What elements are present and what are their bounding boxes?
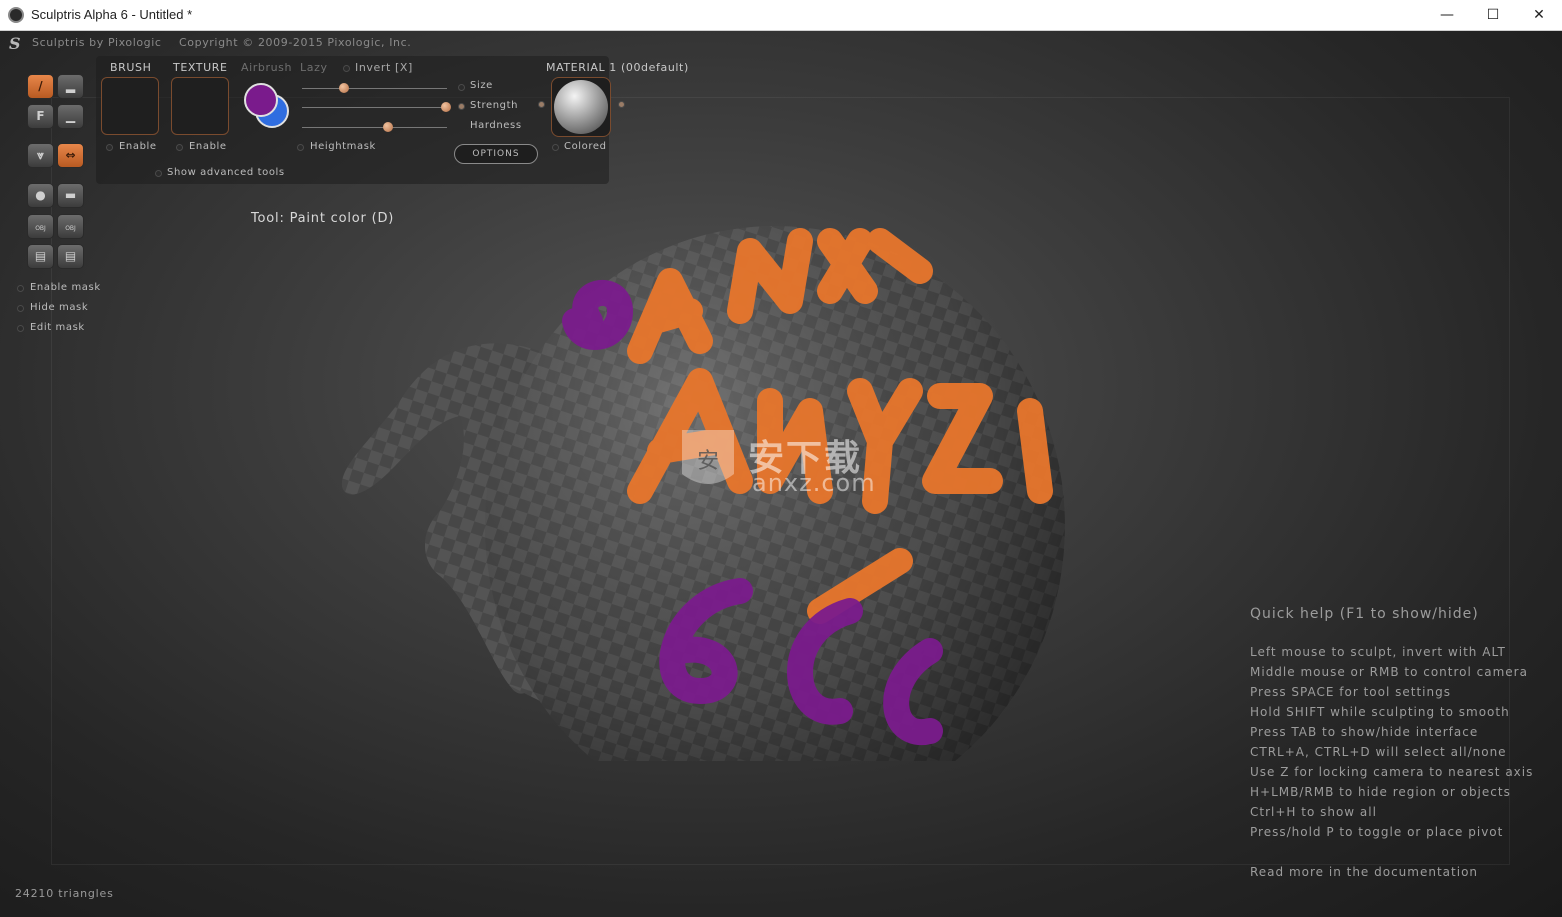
brush-enable-label[interactable]: Enable	[119, 141, 157, 152]
advanced-tools-toggle[interactable]	[155, 170, 162, 177]
smooth-tool-button[interactable]: ▁	[57, 104, 84, 129]
hardness-label: Hardness	[470, 120, 522, 131]
enable-mask-toggle[interactable]	[17, 285, 24, 292]
strength-slider-knob[interactable]	[441, 102, 451, 112]
maximize-button[interactable]: ☐	[1470, 0, 1516, 31]
shield-icon: 安	[682, 430, 734, 484]
help-line: Press SPACE for tool settings	[1250, 685, 1451, 699]
airbrush-toggle[interactable]: Airbrush	[241, 61, 292, 74]
brush-enable-toggle[interactable]	[106, 144, 113, 151]
watermark-en: anxz.com	[752, 469, 876, 497]
sculpt-viewport[interactable]: S Sculptris by Pixologic Copyright © 200…	[0, 31, 1562, 917]
enable-mask-label[interactable]: Enable mask	[30, 282, 101, 293]
texture-slot[interactable]	[171, 77, 229, 135]
close-button[interactable]: ✕	[1516, 0, 1562, 31]
sphere-tool-button[interactable]: ●	[27, 183, 54, 208]
primary-color-swatch	[244, 83, 278, 117]
show-advanced-label[interactable]: Show advanced tools	[167, 167, 285, 178]
save-as-icon[interactable]: ▤	[57, 244, 84, 269]
bump-tool-button[interactable]: ▂	[57, 74, 84, 99]
brush-alpha-slot[interactable]	[101, 77, 159, 135]
heightmask-label[interactable]: Heightmask	[310, 141, 376, 152]
hardness-slider-knob[interactable]	[383, 122, 393, 132]
flatten-tool-button[interactable]: F	[27, 104, 54, 129]
size-slider-knob[interactable]	[339, 83, 349, 93]
header-strip: S Sculptris by Pixologic Copyright © 200…	[0, 31, 1562, 55]
edit-mask-label[interactable]: Edit mask	[30, 322, 85, 333]
app-name: Sculptris by Pixologic	[32, 36, 162, 49]
plane-tool-button[interactable]: ▬	[57, 183, 84, 208]
size-label: Size	[470, 80, 493, 91]
help-line: Hold SHIFT while sculpting to smooth	[1250, 705, 1510, 719]
hide-mask-label[interactable]: Hide mask	[30, 302, 88, 313]
edit-mask-toggle[interactable]	[17, 325, 24, 332]
help-line: H+LMB/RMB to hide region or objects	[1250, 785, 1511, 799]
texture-enable-label[interactable]: Enable	[189, 141, 227, 152]
colored-toggle[interactable]	[552, 144, 559, 151]
invert-toggle[interactable]	[343, 65, 350, 72]
color-swatches[interactable]	[242, 81, 292, 131]
help-line: Press/hold P to toggle or place pivot	[1250, 825, 1504, 839]
strength-slider-track[interactable]	[302, 107, 447, 108]
strength-toggle[interactable]	[458, 103, 465, 110]
paint-tool-button[interactable]: /	[27, 74, 54, 99]
heightmask-toggle[interactable]	[297, 144, 304, 151]
help-line: Use Z for locking camera to nearest axis	[1250, 765, 1534, 779]
pinch-tool-button[interactable]: ⩔	[27, 143, 54, 168]
triangle-count: 24210 triangles	[15, 887, 114, 900]
colored-label[interactable]: Colored	[564, 141, 607, 152]
sculptris-app-icon	[8, 7, 24, 23]
current-tool-caption: Tool: Paint color (D)	[251, 211, 395, 226]
sculptris-logo-icon: S	[9, 34, 21, 53]
options-button[interactable]: OPTIONS	[454, 144, 538, 164]
invert-label[interactable]: Invert [X]	[355, 61, 413, 74]
window-titlebar: Sculptris Alpha 6 - Untitled * — ☐ ✕	[0, 0, 1562, 31]
export-obj-button[interactable]: OBJ	[57, 214, 84, 239]
save-icon[interactable]: ▤	[27, 244, 54, 269]
svg-text:安: 安	[697, 449, 719, 474]
quick-help-title: Quick help (F1 to show/hide)	[1250, 606, 1479, 622]
help-line: CTRL+A, CTRL+D will select all/none	[1250, 745, 1507, 759]
lazy-toggle[interactable]: Lazy	[300, 61, 328, 74]
help-line: Middle mouse or RMB to control camera	[1250, 665, 1528, 679]
texture-enable-toggle[interactable]	[176, 144, 183, 151]
material-prev-icon[interactable]	[538, 101, 545, 108]
help-line: Left mouse to sculpt, invert with ALT	[1250, 645, 1506, 659]
minimize-button[interactable]: —	[1424, 0, 1470, 31]
material-preview[interactable]	[551, 77, 611, 137]
strength-label: Strength	[470, 100, 519, 111]
size-slider-track[interactable]	[302, 88, 447, 89]
material-title: MATERIAL 1 (00default)	[546, 61, 689, 74]
copyright-text: Copyright © 2009-2015 Pixologic, Inc.	[179, 36, 412, 49]
texture-label: TEXTURE	[173, 61, 228, 74]
size-toggle[interactable]	[458, 84, 465, 91]
hardness-slider-track[interactable]	[302, 127, 447, 128]
help-line: Ctrl+H to show all	[1250, 805, 1377, 819]
help-line: Press TAB to show/hide interface	[1250, 725, 1479, 739]
import-obj-button[interactable]: OBJ	[27, 214, 54, 239]
brush-label: BRUSH	[110, 61, 152, 74]
hide-mask-toggle[interactable]	[17, 305, 24, 312]
material-next-icon[interactable]	[618, 101, 625, 108]
documentation-link[interactable]: Read more in the documentation	[1250, 865, 1478, 879]
grab-tool-button[interactable]: ⇔	[57, 143, 84, 168]
window-title: Sculptris Alpha 6 - Untitled *	[31, 7, 193, 22]
